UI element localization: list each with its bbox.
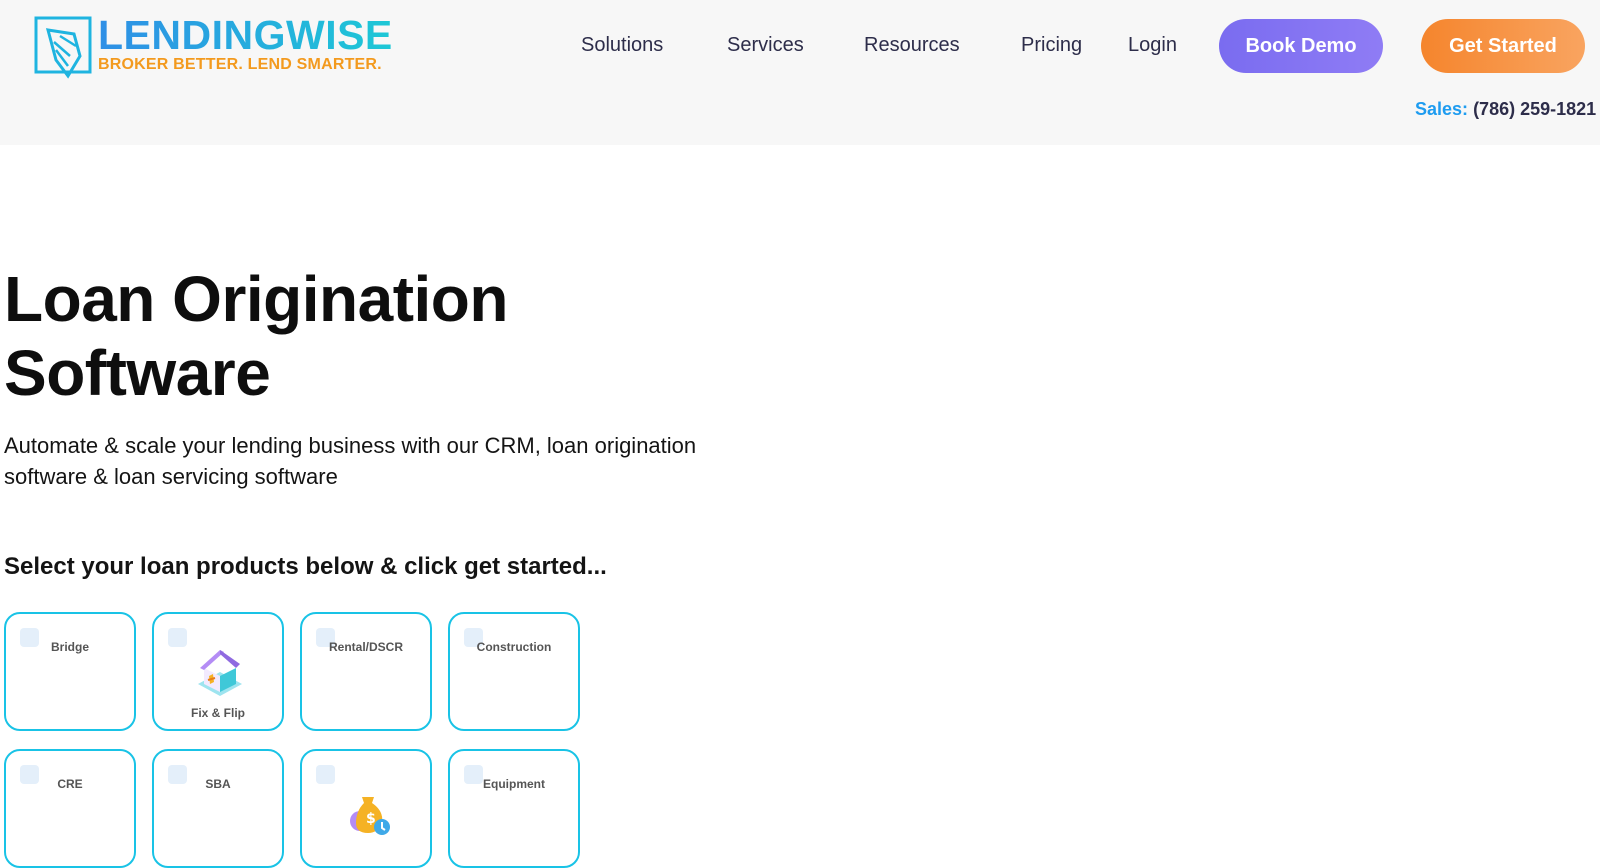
card-label: Fix & Flip xyxy=(191,706,245,720)
get-started-button[interactable]: Get Started xyxy=(1421,19,1585,73)
title-line-2: Software xyxy=(4,337,271,409)
loan-product-construction[interactable]: Construction xyxy=(448,612,580,731)
logo-tagline: BROKER BETTER. LEND SMARTER. xyxy=(98,56,382,73)
nav-pricing[interactable]: Pricing xyxy=(1021,34,1082,57)
svg-text:$: $ xyxy=(366,811,376,827)
loan-products-prompt: Select your loan products below & click … xyxy=(4,553,607,580)
card-label: Bridge xyxy=(50,640,89,654)
checkbox[interactable] xyxy=(316,765,335,784)
book-demo-button[interactable]: Book Demo xyxy=(1219,19,1383,73)
money-bag-icon: $ xyxy=(350,797,390,835)
hero-subtitle: Automate & scale your lending business w… xyxy=(4,433,697,489)
card-label: Construction xyxy=(476,640,552,654)
sales-contact: Sales: (786) 259-1821 xyxy=(1415,99,1596,120)
card-label: Rental/DSCR xyxy=(328,640,403,654)
sales-phone[interactable]: (786) 259-1821 xyxy=(1473,99,1596,119)
loan-product-rental-dscr[interactable]: Rental/DSCR xyxy=(300,612,432,731)
loan-product-cre[interactable]: CRE xyxy=(4,749,136,868)
card-label: Equipment xyxy=(483,777,545,791)
checkbox[interactable] xyxy=(168,628,187,647)
loan-product-bridge[interactable]: Bridge xyxy=(4,612,136,731)
sales-label: Sales: xyxy=(1415,99,1469,119)
nav-resources[interactable]: Resources xyxy=(864,34,960,57)
title-line-1: Loan Origination xyxy=(4,263,508,335)
nav-solutions[interactable]: Solutions xyxy=(581,34,663,57)
site-header: LENDINGWISE BROKER BETTER. LEND SMARTER.… xyxy=(0,0,1600,145)
nav-login[interactable]: Login xyxy=(1128,34,1177,57)
card-label: CRE xyxy=(57,777,83,791)
loan-product-equipment[interactable]: Equipment xyxy=(448,749,580,868)
house-icon xyxy=(198,650,242,696)
logo-mark-icon xyxy=(34,16,92,79)
loan-product-money[interactable]: $ xyxy=(300,749,432,868)
card-label: SBA xyxy=(205,777,231,791)
logo-wordmark: LENDINGWISE xyxy=(98,12,393,58)
nav-services[interactable]: Services xyxy=(727,34,804,57)
loan-product-fix-flip[interactable]: Fix & Flip xyxy=(152,612,284,731)
loan-product-sba[interactable]: SBA xyxy=(152,749,284,868)
page-title: Loan Origination Software xyxy=(4,262,508,410)
